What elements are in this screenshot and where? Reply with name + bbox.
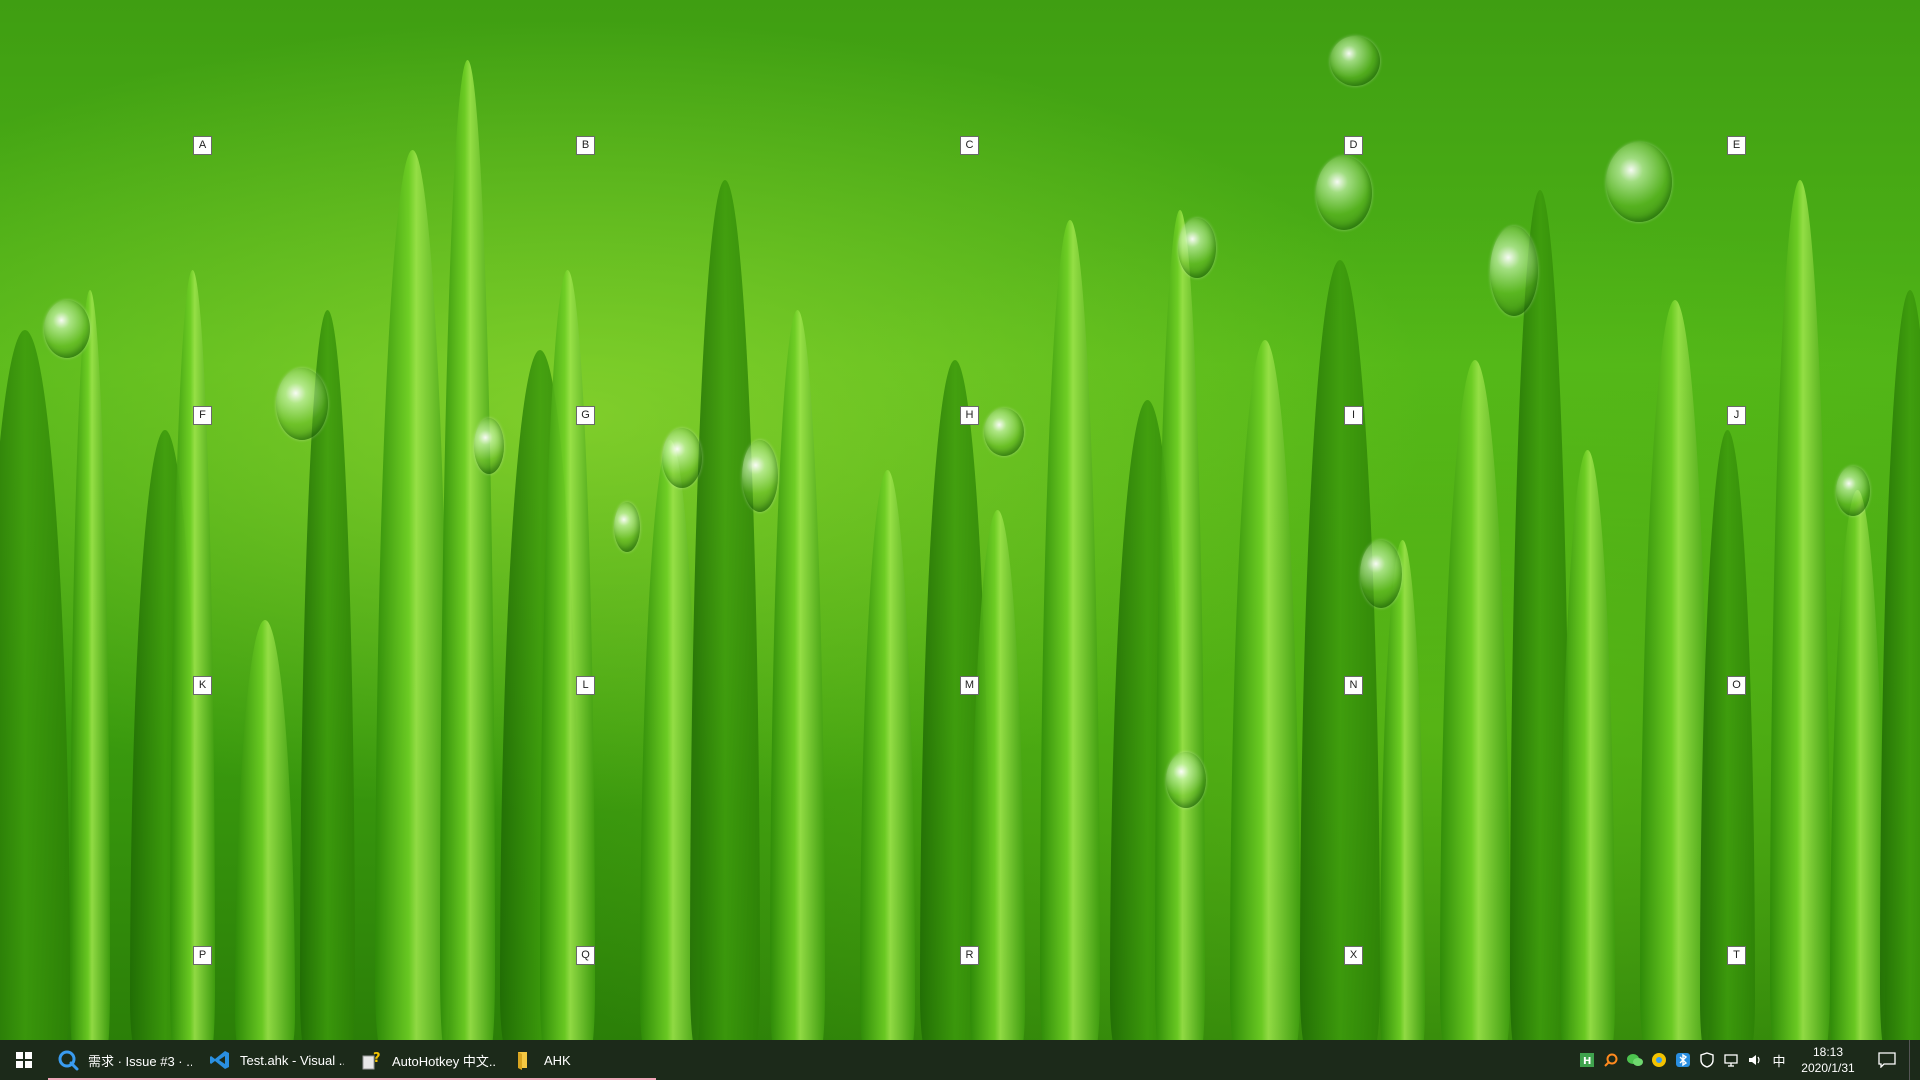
- grass-blade: [170, 270, 215, 1040]
- hint-label-g[interactable]: G: [576, 406, 595, 425]
- water-drop: [662, 428, 702, 488]
- grass-blade: [1880, 290, 1920, 1040]
- grass-blade: [70, 290, 110, 1040]
- water-drop: [1166, 752, 1206, 808]
- hint-label-h[interactable]: H: [960, 406, 979, 425]
- water-drop: [1316, 156, 1372, 230]
- hint-label-x[interactable]: X: [1344, 946, 1363, 965]
- grass-blade: [690, 180, 760, 1040]
- input-method-indicator[interactable]: 中: [1767, 1040, 1791, 1080]
- grass-blade: [1300, 260, 1380, 1040]
- bluetooth-tray-icon[interactable]: [1671, 1040, 1695, 1080]
- show-desktop-button[interactable]: [1909, 1040, 1916, 1080]
- water-drop: [1360, 540, 1402, 608]
- grass-blade: [375, 150, 450, 1040]
- hint-label-t[interactable]: T: [1727, 946, 1746, 965]
- hint-label-i[interactable]: I: [1344, 406, 1363, 425]
- autohotkey-help-icon: ?: [360, 1048, 384, 1072]
- hint-label-r[interactable]: R: [960, 946, 979, 965]
- hint-label-e[interactable]: E: [1727, 136, 1746, 155]
- q-search-icon: [56, 1048, 80, 1072]
- svg-text:H: H: [1583, 1056, 1591, 1067]
- water-drop: [1178, 218, 1216, 278]
- hint-label-j[interactable]: J: [1727, 406, 1746, 425]
- water-drop: [276, 368, 328, 440]
- search-tray-icon[interactable]: [1599, 1040, 1623, 1080]
- wechat-tray-icon[interactable]: [1623, 1040, 1647, 1080]
- hint-label-m[interactable]: M: [960, 676, 979, 695]
- clock[interactable]: 18:13 2020/1/31: [1791, 1044, 1865, 1076]
- taskbar-item-ahk-folder[interactable]: AHK: [504, 1040, 656, 1080]
- hint-label-o[interactable]: O: [1727, 676, 1746, 695]
- taskbar: 需求 · Issue #3 · ... Test.ahk - Visual ..…: [0, 1040, 1920, 1080]
- water-drop: [1606, 142, 1672, 222]
- water-drop: [44, 300, 90, 358]
- taskbar-item-label: AutoHotkey 中文...: [392, 1053, 496, 1069]
- water-drop: [1836, 466, 1870, 516]
- grass-blade: [1560, 450, 1615, 1040]
- hint-label-a[interactable]: A: [193, 136, 212, 155]
- grass-blade: [1230, 340, 1300, 1040]
- water-drop: [742, 440, 778, 512]
- taskbar-item-autohotkey-help[interactable]: ? AutoHotkey 中文...: [352, 1040, 504, 1080]
- windows-logo-icon: [16, 1052, 32, 1068]
- folder-icon: [512, 1048, 536, 1072]
- grass-blade: [1770, 180, 1830, 1040]
- hint-label-f[interactable]: F: [193, 406, 212, 425]
- grass-blade: [1040, 220, 1100, 1040]
- water-drop: [474, 418, 504, 474]
- hint-label-d[interactable]: D: [1344, 136, 1363, 155]
- hint-label-b[interactable]: B: [576, 136, 595, 155]
- notification-center-button[interactable]: [1865, 1052, 1909, 1068]
- grass-blade: [235, 620, 295, 1040]
- notification-icon: [1878, 1052, 1896, 1068]
- water-drop: [614, 502, 640, 552]
- grass-blade: [770, 310, 825, 1040]
- hint-label-c[interactable]: C: [960, 136, 979, 155]
- taskbar-item-vscode[interactable]: Test.ahk - Visual ...: [200, 1040, 352, 1080]
- water-drop: [1490, 226, 1538, 316]
- hint-label-k[interactable]: K: [193, 676, 212, 695]
- taskbar-spacer: [656, 1040, 1575, 1080]
- grass-blade: [1830, 490, 1885, 1040]
- system-tray: H 中 18:13 2020/1/31: [1575, 1040, 1920, 1080]
- grass-blade: [1380, 540, 1425, 1040]
- grass-blade: [860, 470, 915, 1040]
- grass-blade: [0, 330, 70, 1040]
- grass-blade: [1440, 360, 1510, 1040]
- taskbar-item-issue[interactable]: 需求 · Issue #3 · ...: [48, 1040, 200, 1080]
- browser-tray-icon[interactable]: [1647, 1040, 1671, 1080]
- vscode-icon: [208, 1048, 232, 1072]
- start-button[interactable]: [0, 1040, 48, 1080]
- water-drop: [984, 408, 1024, 456]
- hint-label-p[interactable]: P: [193, 946, 212, 965]
- hint-label-l[interactable]: L: [576, 676, 595, 695]
- volume-tray-icon[interactable]: [1743, 1040, 1767, 1080]
- taskbar-item-label: 需求 · Issue #3 · ...: [88, 1053, 192, 1069]
- water-drop: [1330, 36, 1380, 86]
- desktop-wallpaper: A B C D E F G H I J K L M N O P Q R X T: [0, 0, 1920, 1040]
- network-tray-icon[interactable]: [1719, 1040, 1743, 1080]
- hint-label-n[interactable]: N: [1344, 676, 1363, 695]
- ahk-script-tray-icon[interactable]: H: [1575, 1040, 1599, 1080]
- svg-text:?: ?: [373, 1051, 381, 1066]
- taskbar-item-label: AHK: [544, 1052, 571, 1068]
- grass-blade: [440, 60, 495, 1040]
- hint-label-q[interactable]: Q: [576, 946, 595, 965]
- clock-date: 2020/1/31: [1801, 1061, 1855, 1075]
- taskbar-item-label: Test.ahk - Visual ...: [240, 1052, 344, 1068]
- defender-tray-icon[interactable]: [1695, 1040, 1719, 1080]
- clock-time: 18:13: [1812, 1045, 1844, 1059]
- grass-blade: [1155, 210, 1205, 1040]
